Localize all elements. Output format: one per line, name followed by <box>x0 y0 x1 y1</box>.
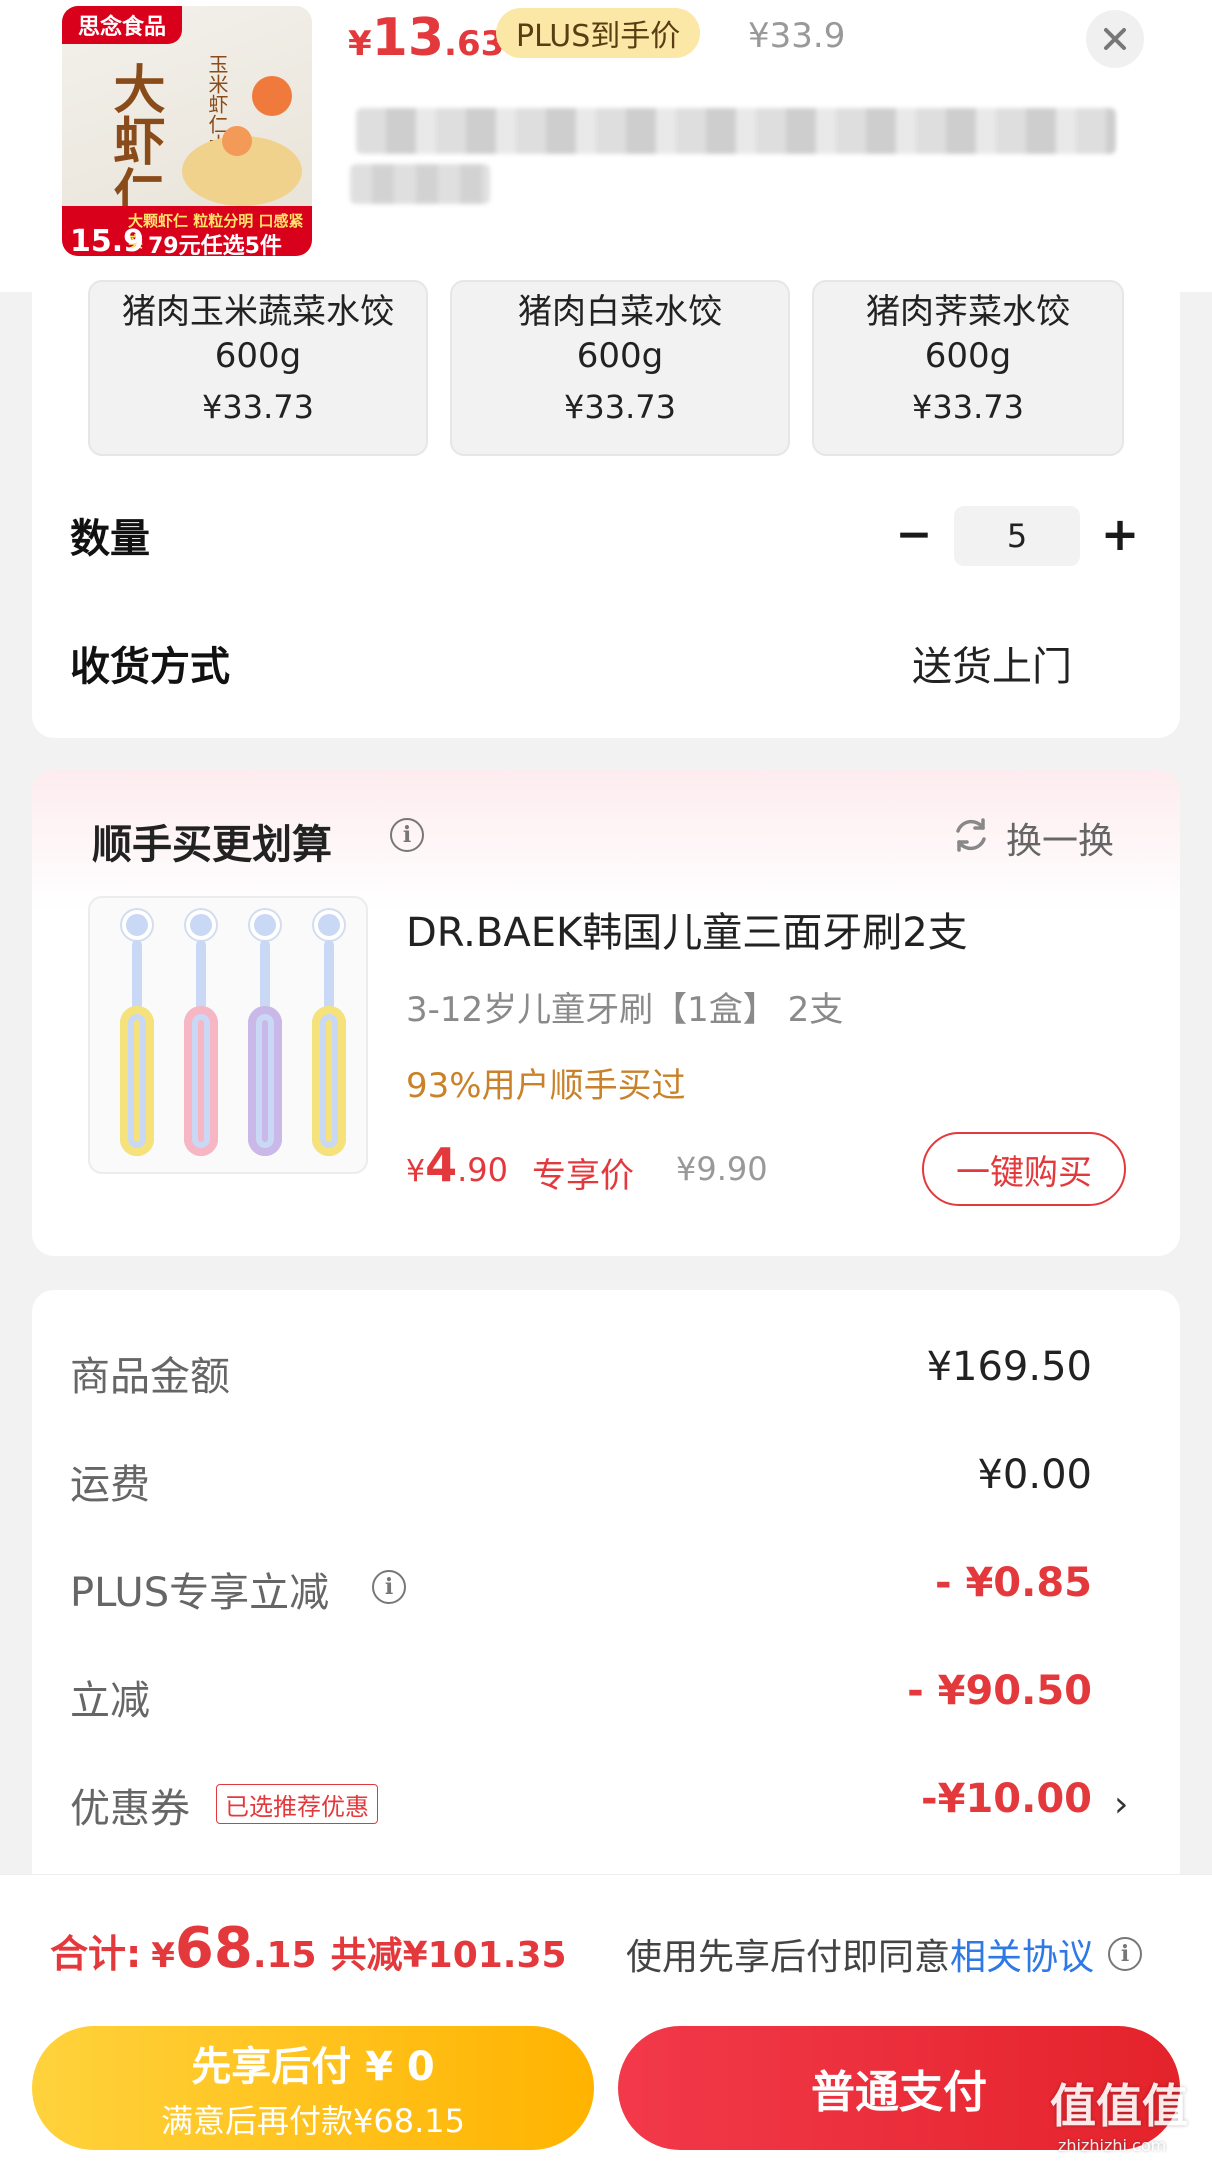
addon-price-decimal: .90 <box>457 1151 508 1189</box>
quantity-value[interactable]: 5 <box>954 506 1080 566</box>
toothbrush-image[interactable] <box>88 896 368 1174</box>
coupon-recommended-tag: 已选推荐优惠 <box>216 1784 378 1824</box>
toothbrush-graphic <box>120 910 154 1160</box>
close-button[interactable] <box>1086 10 1144 68</box>
price-currency: ¥ <box>348 24 372 64</box>
addon-original-price: ¥9.90 <box>676 1150 768 1188</box>
order-total: 合计: ¥ 68 .15 共减¥101.35 <box>50 1916 567 1981</box>
variant-price: ¥33.73 <box>564 388 676 426</box>
refresh-icon-svg <box>956 818 986 852</box>
agreement-text: 使用先享后付即同意 <box>626 1937 951 1978</box>
variant-name: 猪肉玉米蔬菜水饺600g <box>122 292 394 376</box>
refresh-icon[interactable] <box>950 814 992 856</box>
summary-label-plus-discount: PLUS专享立减 <box>70 1570 330 1616</box>
toothbrush-graphic <box>312 910 346 1160</box>
variant-price: ¥33.73 <box>912 388 1024 426</box>
shipping-method-value[interactable]: 送货上门 <box>912 634 1072 692</box>
total-currency: ¥ <box>151 1936 175 1976</box>
thumb-banner-promo: 79元任选5件 <box>148 234 282 256</box>
blurred-product-title <box>356 108 1116 154</box>
summary-value-instant-discount: - ¥90.50 <box>907 1668 1092 1714</box>
variant-name: 猪肉白菜水饺600g <box>518 292 722 376</box>
summary-value-coupon[interactable]: -¥10.00 <box>921 1776 1092 1822</box>
total-label: 合计: <box>50 1932 142 1976</box>
thumb-shrimp <box>222 126 252 156</box>
total-decimal: .15 <box>252 1935 317 1976</box>
close-icon <box>1104 28 1126 50</box>
info-icon[interactable]: i <box>390 818 424 852</box>
thumb-brand-tag: 思念食品 <box>62 6 182 44</box>
thumb-banner-price: 15.9 <box>70 224 145 256</box>
toothbrush-graphic <box>248 910 282 1160</box>
addon-price: ¥ 4 .90 <box>406 1138 508 1192</box>
quantity-label: 数量 <box>70 516 150 562</box>
thumb-title: 大虾仁 <box>104 62 164 218</box>
summary-label-coupon[interactable]: 优惠券 <box>70 1776 190 1834</box>
quantity-decrease-button[interactable]: − <box>886 506 942 562</box>
chevron-right-icon[interactable]: › <box>1114 1784 1128 1825</box>
pay-later-subtitle: 满意后再付款¥68.15 <box>161 2102 465 2140</box>
product-thumbnail: 思念食品 大虾仁 玉米虾仁水饺 大颗虾仁 粒粒分明 口感紧实 15.9 79元任… <box>62 6 312 256</box>
one-click-buy-button[interactable]: 一键购买 <box>922 1132 1126 1206</box>
addon-product-spec: 3-12岁儿童牙刷【1盒】 2支 <box>406 990 844 1030</box>
addon-title: 顺手买更划算 <box>92 822 332 868</box>
addon-price-currency: ¥ <box>406 1154 426 1189</box>
swap-button[interactable]: 换一换 <box>1006 812 1114 864</box>
addon-exclusive-label: 专享价 <box>532 1156 634 1196</box>
pay-later-title: 先享后付 ¥ 0 <box>191 2044 435 2090</box>
summary-value-subtotal: ¥169.50 <box>926 1344 1092 1390</box>
summary-value-plus-discount: - ¥0.85 <box>934 1560 1092 1606</box>
original-price: ¥33.9 <box>748 16 846 56</box>
plus-price-badge: PLUS到手价 <box>496 8 701 58</box>
blurred-product-title <box>350 164 490 204</box>
variant-option[interactable]: 猪肉玉米蔬菜水饺600g ¥33.73 <box>88 280 428 456</box>
summary-label-instant-discount: 立减 <box>70 1678 150 1724</box>
info-icon[interactable]: i <box>372 1570 406 1604</box>
summary-value-shipping: ¥0.00 <box>977 1452 1092 1498</box>
summary-label-subtotal: 商品金额 <box>70 1354 230 1400</box>
agreement-link[interactable]: 相关协议 <box>950 1928 1094 1980</box>
info-icon[interactable]: i <box>1108 1937 1143 1971</box>
addon-social-proof: 93%用户顺手买过 <box>406 1066 686 1106</box>
addon-price-integer: 4 <box>425 1138 458 1192</box>
agreement-notice: 使用先享后付即同意 相关协议 i <box>626 1928 1143 1980</box>
product-price: ¥ 13 .63 <box>348 8 504 68</box>
price-integer: 13 <box>371 8 445 68</box>
shipping-method-label: 收货方式 <box>70 644 230 690</box>
quantity-increase-button[interactable]: + <box>1092 506 1148 562</box>
addon-product-name[interactable]: DR.BAEK韩国儿童三面牙刷2支 <box>406 900 968 958</box>
toothbrush-graphic <box>184 910 218 1160</box>
variant-name: 猪肉荠菜水饺600g <box>866 292 1070 376</box>
summary-label-shipping: 运费 <box>70 1462 150 1508</box>
variant-option[interactable]: 猪肉荠菜水饺600g ¥33.73 <box>812 280 1124 456</box>
thumb-shrimp <box>252 76 292 116</box>
variant-option[interactable]: 猪肉白菜水饺600g ¥33.73 <box>450 280 790 456</box>
total-integer: 68 <box>174 1916 253 1981</box>
variant-price: ¥33.73 <box>202 388 314 426</box>
watermark-url: zhizhizhi.com <box>1058 2136 1167 2155</box>
total-savings: 共减¥101.35 <box>330 1935 567 1976</box>
watermark-logo: 值值值 <box>1050 2079 1188 2133</box>
pay-later-button[interactable]: 先享后付 ¥ 0 满意后再付款¥68.15 <box>32 2026 594 2150</box>
